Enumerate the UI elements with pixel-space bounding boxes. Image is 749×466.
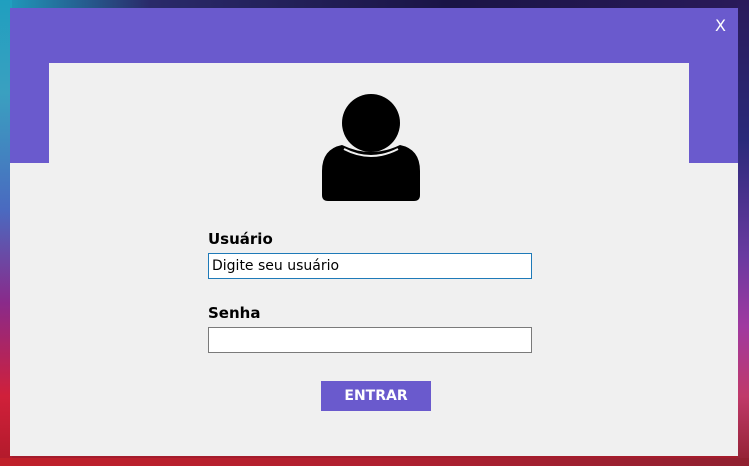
password-label: Senha (208, 304, 261, 322)
password-input[interactable] (208, 327, 532, 353)
login-window: X Usuário Senha ENTRAR (10, 8, 738, 456)
user-icon (322, 94, 420, 201)
username-label: Usuário (208, 230, 273, 248)
desktop-background-right (737, 0, 749, 466)
desktop-background-bottom (0, 458, 749, 466)
close-button[interactable]: X (715, 16, 726, 36)
username-input[interactable] (208, 253, 532, 279)
login-button[interactable]: ENTRAR (321, 381, 431, 411)
desktop-background-top (0, 0, 749, 8)
